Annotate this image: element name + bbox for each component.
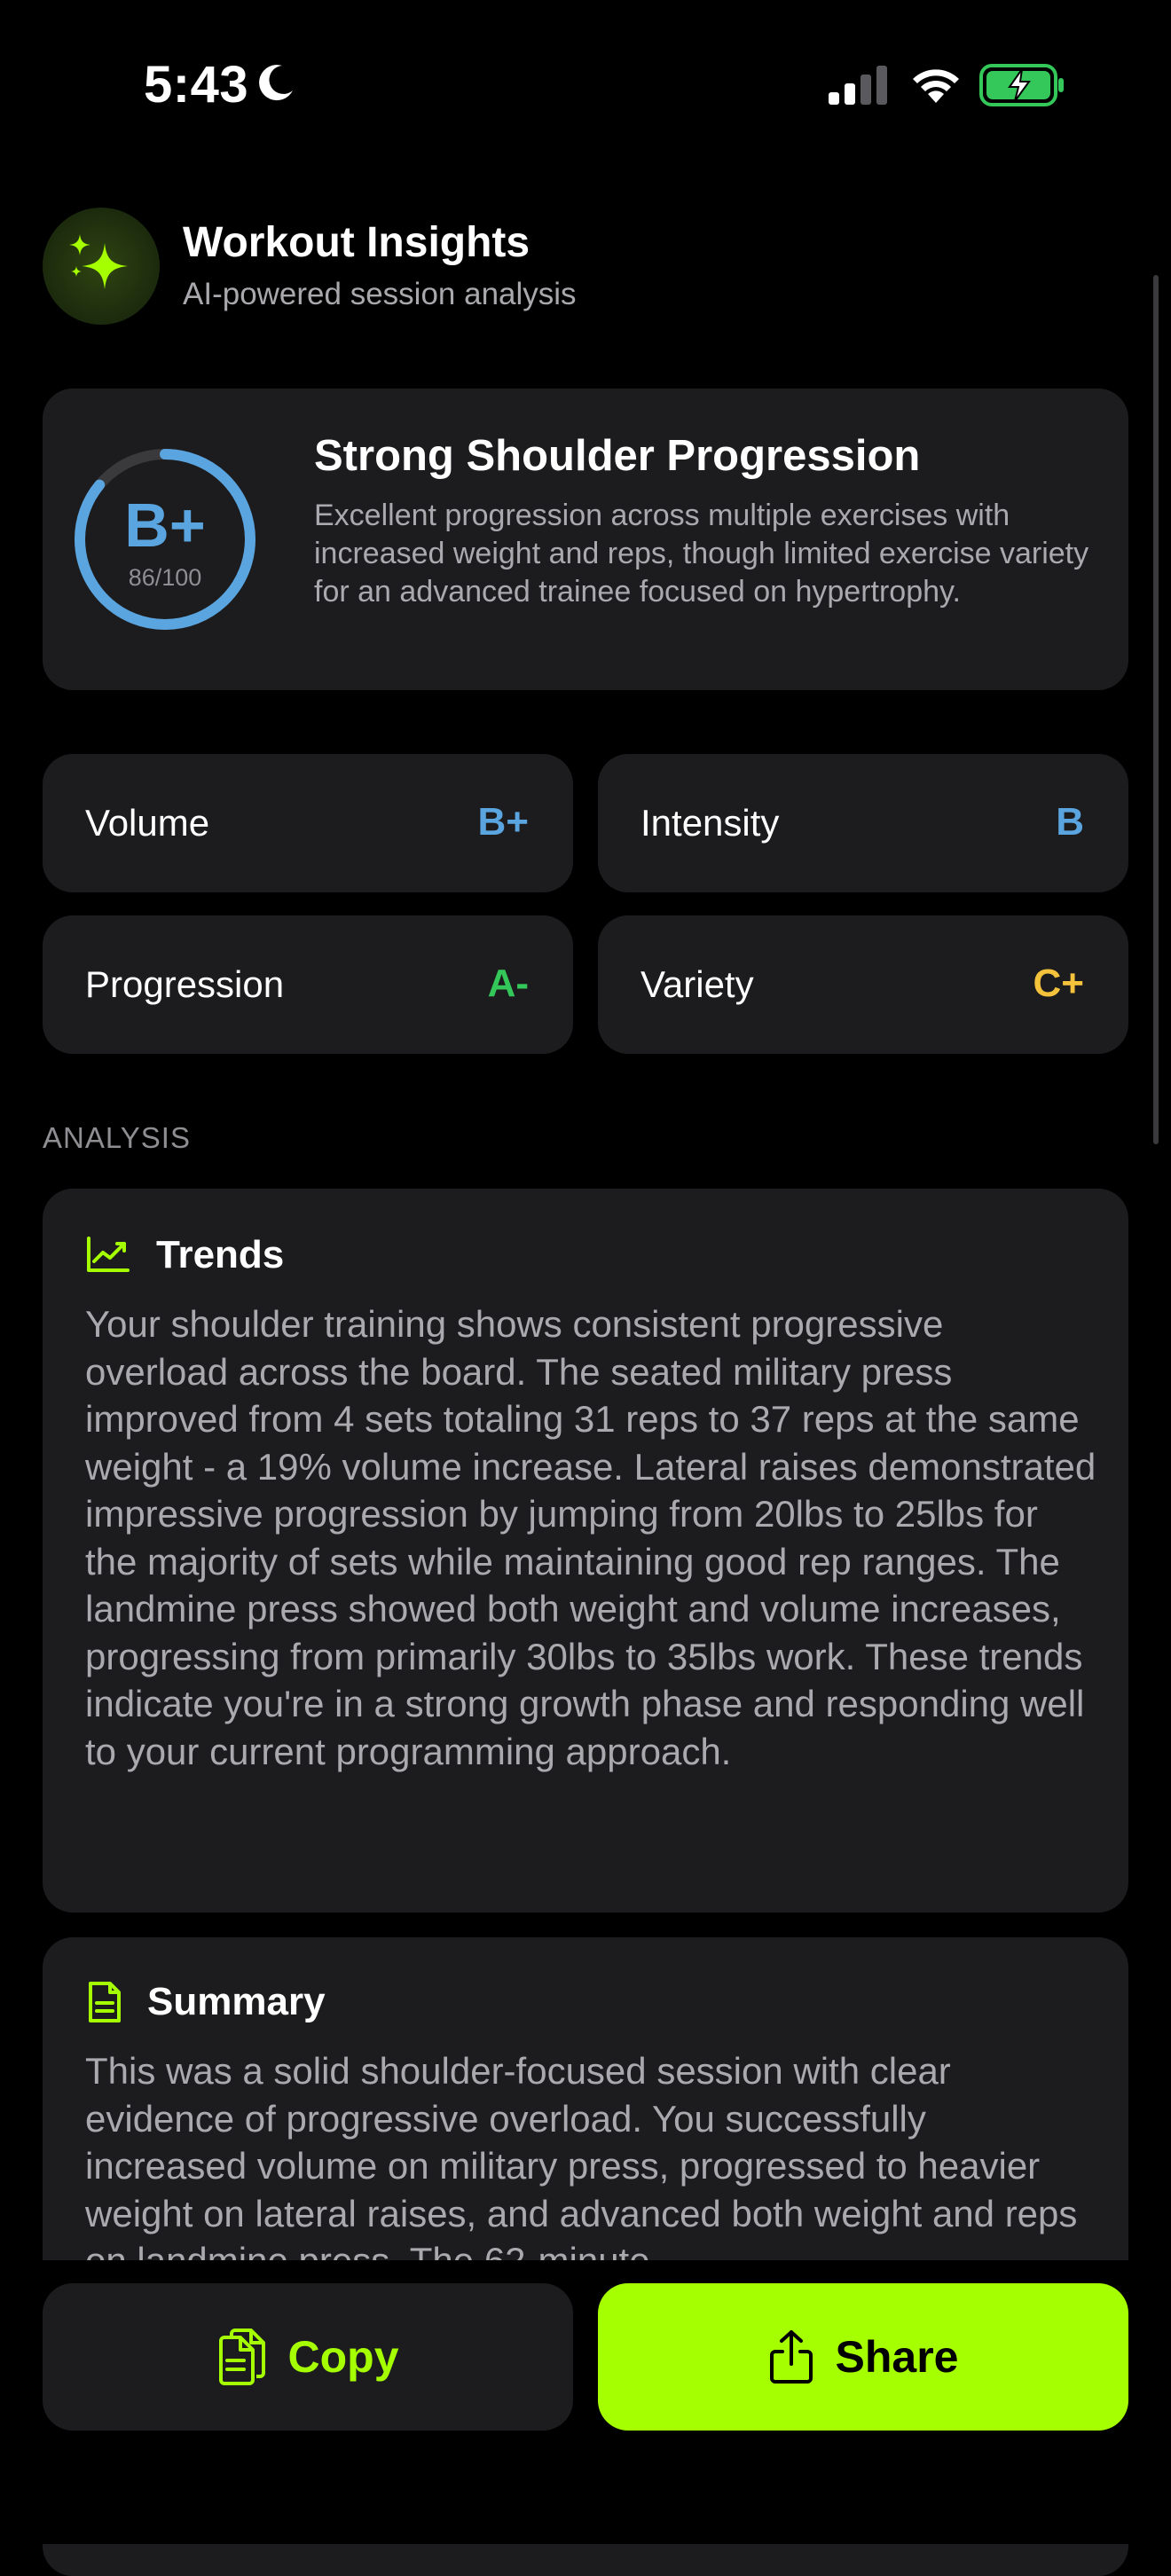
metric-grade: B+	[477, 800, 529, 844]
metric-grade: B	[1056, 800, 1084, 844]
insight-title: Strong Shoulder Progression	[314, 432, 921, 480]
metric-label: Variety	[641, 963, 754, 1005]
copy-button[interactable]: Copy	[43, 2283, 573, 2431]
cellular-signal-icon	[829, 66, 887, 105]
metric-label: Progression	[85, 963, 285, 1005]
copy-icon	[218, 2329, 265, 2385]
page-title: Workout Insights	[183, 219, 530, 266]
trends-text: Your shoulder training shows consistent …	[85, 1303, 1096, 1772]
scrollbar[interactable]	[1153, 275, 1159, 1144]
share-button-label: Share	[835, 2332, 959, 2382]
overall-grade: B+	[124, 491, 206, 560]
document-icon	[89, 1982, 121, 2022]
metric-label: Volume	[85, 802, 210, 844]
wifi-icon	[913, 69, 959, 103]
ai-sparkle-badge	[43, 208, 160, 325]
summary-text: This was a solid shoulder-focused sessio…	[85, 2050, 1078, 2281]
metric-grade: C+	[1033, 962, 1084, 1005]
status-time: 5:43	[144, 56, 249, 114]
share-button[interactable]: Share	[598, 2283, 1128, 2431]
section-label-analysis: ANALYSIS	[43, 1121, 191, 1154]
page-subtitle: AI-powered session analysis	[183, 277, 577, 311]
trends-title: Trends	[156, 1233, 285, 1276]
battery-charging-icon	[979, 64, 1064, 106]
metric-card-volume[interactable]: Volume B+	[43, 754, 573, 892]
metric-card-variety[interactable]: Variety C+	[598, 915, 1128, 1054]
overall-score: 86/100	[128, 564, 202, 591]
sparkles-icon	[69, 234, 128, 289]
insight-description: Excellent progression across multiple ex…	[314, 499, 1089, 609]
metric-grade: A-	[487, 962, 529, 1005]
moon-icon	[259, 65, 293, 101]
metric-card-progression[interactable]: Progression A-	[43, 915, 573, 1054]
metric-label: Intensity	[641, 802, 780, 844]
metric-card-intensity[interactable]: Intensity B	[598, 754, 1128, 892]
summary-title: Summary	[147, 1980, 326, 2023]
share-icon	[769, 2330, 813, 2384]
trend-chart-icon	[87, 1237, 130, 1272]
copy-button-label: Copy	[287, 2332, 399, 2382]
